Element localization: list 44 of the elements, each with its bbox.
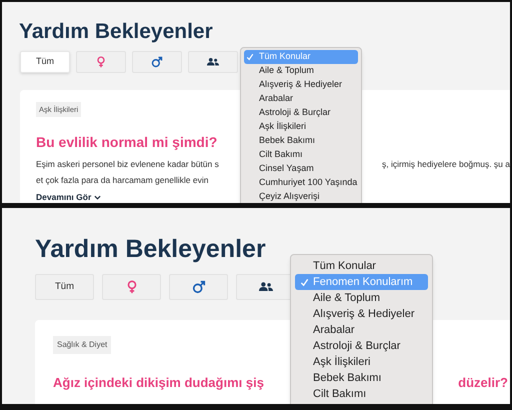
filter-tab[interactable]: Tüm bbox=[20, 51, 70, 73]
question-heading[interactable]: düzelir? bbox=[458, 373, 508, 393]
topic-menu-item[interactable]: Çeyiz Alışverişi bbox=[244, 190, 358, 203]
topic-menu-item[interactable]: Bebek Bakımı bbox=[244, 134, 358, 148]
topic-menu-item[interactable]: Aile & Toplum bbox=[295, 290, 428, 306]
male-symbol-icon bbox=[151, 56, 163, 68]
topic-menu-item[interactable]: Aşk İlişkileri bbox=[244, 120, 358, 134]
check-icon bbox=[300, 278, 309, 286]
topic-menu-item[interactable]: Aşk İlişkileri bbox=[295, 354, 428, 370]
users-icon bbox=[207, 57, 219, 67]
filter-tab[interactable]: Tüm bbox=[35, 274, 94, 300]
topic-menu-item[interactable]: Cinsel Yaşam bbox=[244, 162, 358, 176]
question-text: Eşim askeri personel biz evlenene kadar bütün s bbox=[36, 158, 219, 172]
male-filter-tab[interactable] bbox=[132, 51, 182, 73]
topic-menu-item[interactable]: Alışveriş & Hediyeler bbox=[244, 78, 358, 92]
topic-menu-item[interactable]: Alışveriş & Hediyeler bbox=[295, 306, 428, 322]
topic-menu-item[interactable]: Astroloji & Burçlar bbox=[244, 106, 358, 120]
users-icon bbox=[258, 281, 272, 293]
topic-menu-item[interactable]: Cilt Bakımı bbox=[295, 386, 428, 402]
topic-menu-item[interactable]: Cilt Bakımı bbox=[244, 148, 358, 162]
check-icon bbox=[246, 53, 254, 61]
question-heading[interactable]: Bu evlilik normal mi şimdi? bbox=[36, 132, 218, 153]
question-text: ş, içirmiş hediyelere boğmuş. şu a bbox=[382, 158, 510, 172]
female-filter-tab[interactable] bbox=[102, 274, 161, 300]
group-filter-tab[interactable] bbox=[188, 51, 238, 73]
chevron-down-icon bbox=[94, 195, 102, 200]
topic-menu-item[interactable]: Bebek Bakımı bbox=[295, 370, 428, 386]
question-heading[interactable]: Ağız içindeki dikişim dudağımı şiş bbox=[53, 373, 264, 393]
topic-menu-item[interactable]: Astroloji & Burçlar bbox=[295, 338, 428, 354]
page-title: Yardım Bekleyenler bbox=[19, 18, 213, 45]
male-symbol-icon bbox=[192, 280, 206, 294]
female-filter-tab[interactable] bbox=[76, 51, 126, 73]
topic-menu-item[interactable]: Tüm Konular bbox=[295, 258, 428, 274]
read-more-link[interactable]: Devamını Gör bbox=[36, 191, 102, 203]
topic-menu-item[interactable]: Cumhuriyet 100 Yaşında bbox=[244, 176, 358, 190]
male-filter-tab[interactable] bbox=[169, 274, 228, 300]
female-symbol-icon bbox=[95, 56, 107, 68]
topic-menu-item[interactable]: Arabalar bbox=[244, 92, 358, 106]
topic-menu-item[interactable]: Arabalar bbox=[295, 322, 428, 338]
category-tag: Sağlık & Diyet bbox=[53, 336, 112, 354]
topic-menu-item[interactable]: Aile & Toplum bbox=[244, 64, 358, 78]
female-symbol-icon bbox=[124, 280, 138, 294]
question-text: et çok fazla para da harcamam genellikle evin bbox=[36, 174, 208, 188]
page-title: Yardım Bekleyenler bbox=[35, 234, 266, 266]
